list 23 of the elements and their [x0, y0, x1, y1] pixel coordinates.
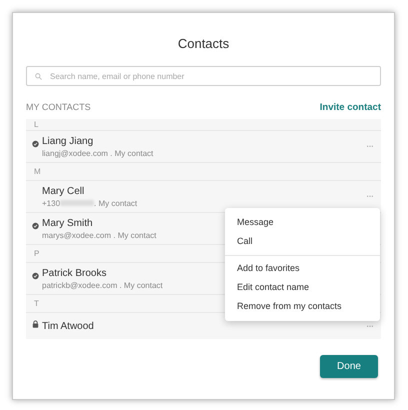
contact-detail: +130 . My contact [42, 198, 138, 208]
dialog-title: Contacts [176, 36, 230, 52]
contact-detail: patrickb@xodee.com . My contact [42, 280, 163, 290]
invite-contact-link[interactable]: Invite contact [320, 102, 381, 112]
letter-header: M [34, 166, 41, 178]
search-field[interactable]: Search name, email or phone number [26, 66, 381, 86]
letter-header: L [34, 119, 38, 131]
done-button[interactable]: Done [320, 355, 378, 378]
contact-name: Tim Atwood [42, 321, 94, 332]
contact-name: Mary Cell [42, 186, 84, 196]
contact-row[interactable]: Liang Jiang liangj@xodee.com . My contact ··· [26, 131, 381, 163]
contact-name: Patrick Brooks [42, 268, 106, 278]
search-icon [35, 72, 42, 80]
letter-header: T [34, 298, 39, 310]
menu-item[interactable]: Message [225, 213, 380, 232]
contact-detail: liangj@xodee.com . My contact [42, 148, 154, 158]
menu-item[interactable]: Edit contact name [225, 278, 380, 297]
contact-name: Liang Jiang [42, 136, 94, 146]
section-label: MY CONTACTS [26, 102, 91, 112]
letter-header: P [34, 248, 40, 260]
contact-name: Mary Smith [42, 218, 93, 228]
menu-item[interactable]: Remove from my contacts [225, 297, 380, 316]
contact-detail: marys@xodee.com . My contact [42, 230, 156, 240]
